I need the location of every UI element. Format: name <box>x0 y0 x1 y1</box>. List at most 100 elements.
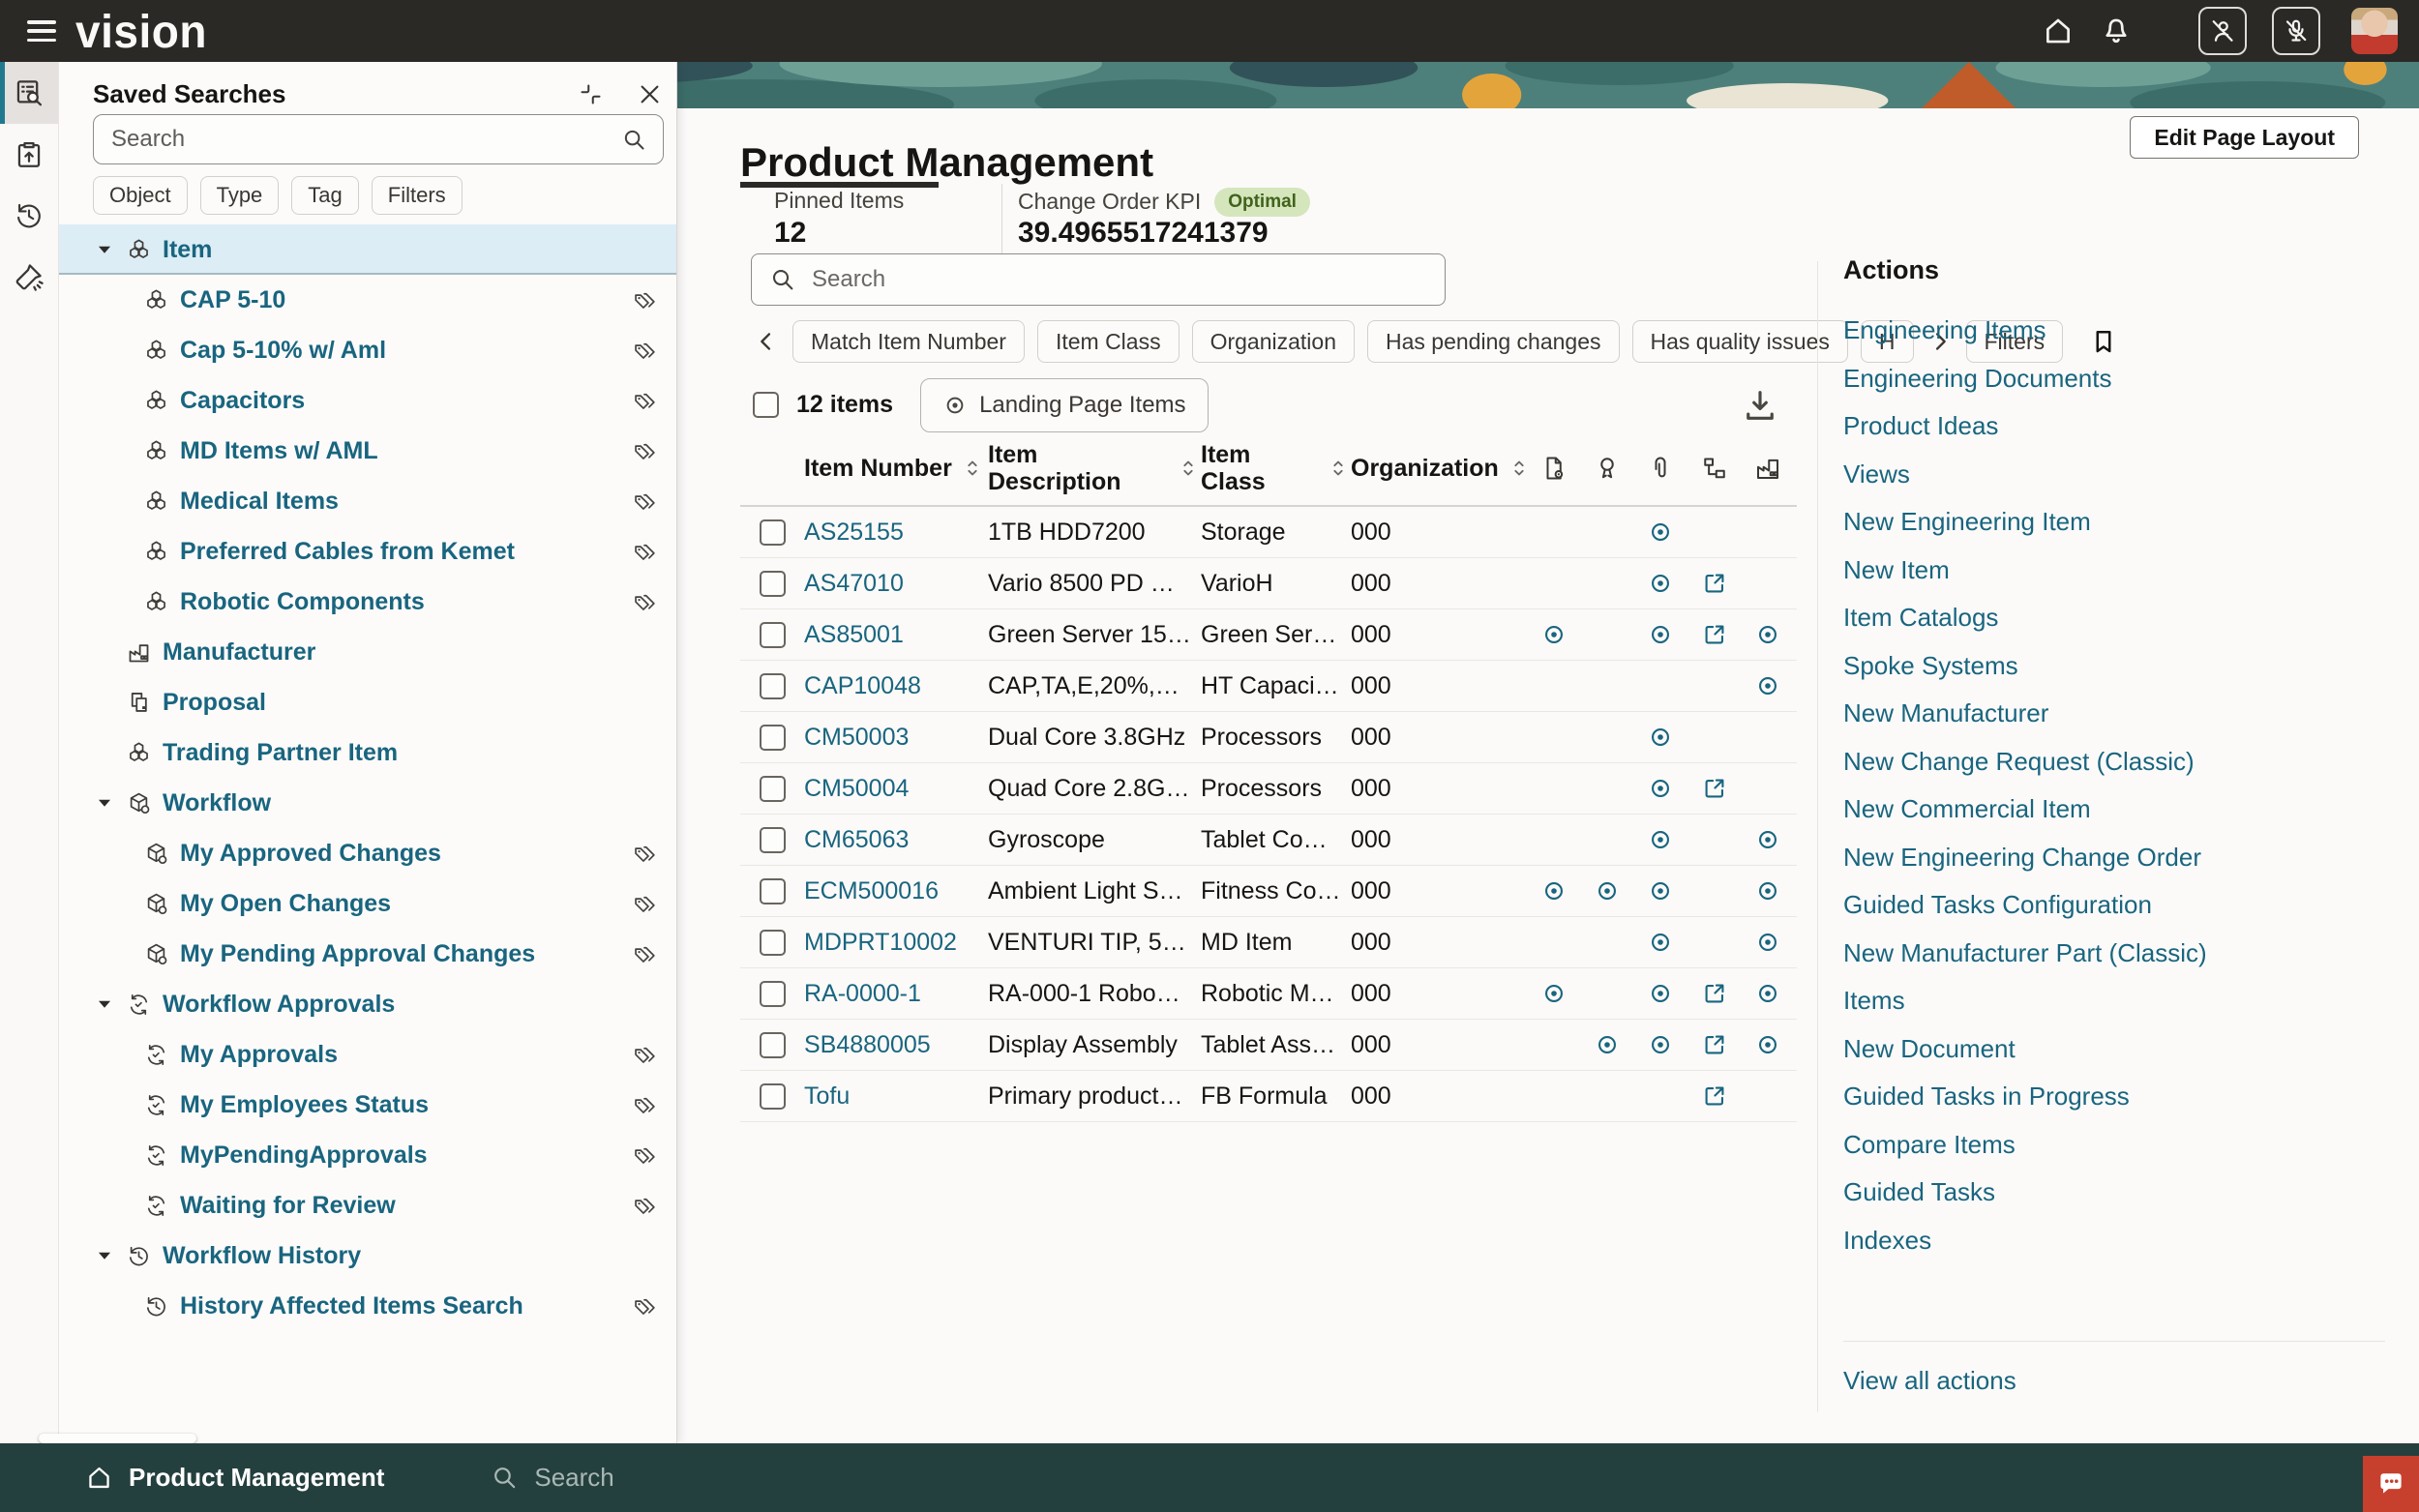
node-label[interactable]: Capacitors <box>180 387 305 415</box>
view-target-icon[interactable] <box>1540 877 1568 904</box>
drawer-chip[interactable]: Object <box>93 176 188 215</box>
drawer-chip[interactable]: Filters <box>372 176 463 215</box>
node-label[interactable]: Manufacturer <box>163 638 315 667</box>
view-target-icon[interactable] <box>1540 621 1568 648</box>
row-checkbox[interactable] <box>760 622 786 648</box>
drawer-search-input[interactable] <box>109 125 612 154</box>
view-target-icon[interactable] <box>1754 877 1781 904</box>
row-checkbox[interactable] <box>760 878 786 904</box>
action-link[interactable]: Guided Tasks in Progress <box>1843 1073 2395 1121</box>
saved-search-node[interactable]: My Approvals <box>59 1029 676 1080</box>
row-checkbox[interactable] <box>760 571 786 597</box>
node-label[interactable]: My Approvals <box>180 1041 338 1069</box>
item-number-link[interactable]: CM65063 <box>804 826 988 854</box>
view-target-icon[interactable] <box>1647 826 1674 853</box>
view-target-icon[interactable] <box>1647 929 1674 956</box>
item-number-link[interactable]: MDPRT10002 <box>804 929 988 957</box>
action-link[interactable]: Indexes <box>1843 1217 2395 1265</box>
chips-scroll-left-icon[interactable] <box>753 328 780 355</box>
sort-icon[interactable] <box>960 456 985 481</box>
column-header[interactable]: Item Description <box>988 441 1201 495</box>
column-header[interactable]: Organization <box>1351 455 1527 482</box>
saved-search-node[interactable]: Medical Items <box>59 476 676 526</box>
rail-history-button[interactable] <box>0 185 58 246</box>
edit-page-layout-button[interactable]: Edit Page Layout <box>2130 116 2359 159</box>
node-label[interactable]: My Approved Changes <box>180 840 441 868</box>
close-panel-icon[interactable] <box>637 81 663 107</box>
row-checkbox[interactable] <box>760 930 786 956</box>
saved-search-node[interactable]: Item <box>59 224 676 275</box>
action-link[interactable]: Guided Tasks Configuration <box>1843 881 2395 930</box>
item-number-link[interactable]: CAP10048 <box>804 672 988 700</box>
filter-chip[interactable]: Has pending changes <box>1367 320 1620 363</box>
node-label[interactable]: History Affected Items Search <box>180 1292 523 1320</box>
action-link[interactable]: New Document <box>1843 1025 2395 1074</box>
action-link[interactable]: Engineering Items <box>1843 307 2395 355</box>
view-target-icon[interactable] <box>1647 570 1674 597</box>
filter-chip[interactable]: Item Class <box>1037 320 1180 363</box>
action-link[interactable]: New Item <box>1843 547 2395 595</box>
collapse-panel-icon[interactable] <box>578 81 604 107</box>
open-in-new-icon[interactable] <box>1701 775 1728 802</box>
view-all-actions-link[interactable]: View all actions <box>1843 1366 2016 1396</box>
node-label[interactable]: Medical Items <box>180 488 339 516</box>
node-label[interactable]: Preferred Cables from Kemet <box>180 538 515 566</box>
row-checkbox[interactable] <box>760 1083 786 1110</box>
view-target-icon[interactable] <box>1754 826 1781 853</box>
bottom-tab-product-management[interactable]: Product Management <box>85 1463 384 1493</box>
view-target-icon[interactable] <box>1647 621 1674 648</box>
node-label[interactable]: CAP 5-10 <box>180 286 285 314</box>
view-target-icon[interactable] <box>1647 724 1674 751</box>
row-checkbox[interactable] <box>760 673 786 699</box>
filter-chip[interactable]: Organization <box>1192 320 1355 363</box>
drawer-chip[interactable]: Tag <box>291 176 358 215</box>
saved-search-node[interactable]: Workflow History <box>59 1230 676 1281</box>
tags-icon[interactable] <box>632 1193 658 1219</box>
row-checkbox[interactable] <box>760 981 786 1007</box>
action-link[interactable]: New Manufacturer <box>1843 690 2395 738</box>
saved-search-node[interactable]: My Pending Approval Changes <box>59 929 676 979</box>
column-header[interactable]: Item Class <box>1201 441 1351 495</box>
saved-search-node[interactable]: My Approved Changes <box>59 828 676 878</box>
saved-search-node[interactable]: Manufacturer <box>59 627 676 677</box>
item-number-link[interactable]: AS25155 <box>804 519 988 547</box>
view-target-icon[interactable] <box>1647 1031 1674 1058</box>
view-target-icon[interactable] <box>1754 1031 1781 1058</box>
select-all-checkbox[interactable] <box>753 392 779 418</box>
tags-icon[interactable] <box>632 891 658 917</box>
tags-icon[interactable] <box>632 1142 658 1169</box>
tags-icon[interactable] <box>632 388 658 414</box>
column-header[interactable]: Item Number <box>804 455 988 482</box>
horizontal-scrollbar-thumb[interactable] <box>39 1434 196 1443</box>
structure-column-icon[interactable] <box>1687 454 1741 483</box>
sort-icon[interactable] <box>1176 456 1201 481</box>
action-link[interactable]: New Change Request (Classic) <box>1843 738 2395 786</box>
tags-icon[interactable] <box>632 1092 658 1118</box>
saved-search-node[interactable]: Waiting for Review <box>59 1180 676 1230</box>
saved-search-node[interactable]: MD Items w/ AML <box>59 426 676 476</box>
row-checkbox[interactable] <box>760 725 786 751</box>
view-target-icon[interactable] <box>1594 877 1621 904</box>
item-number-link[interactable]: AS85001 <box>804 621 988 649</box>
documents-column-icon[interactable] <box>1527 454 1580 483</box>
node-label[interactable]: My Pending Approval Changes <box>180 940 535 968</box>
saved-search-node[interactable]: Preferred Cables from Kemet <box>59 526 676 577</box>
action-link[interactable]: New Engineering Item <box>1843 498 2395 547</box>
tags-icon[interactable] <box>632 941 658 967</box>
caret-down-icon[interactable] <box>94 993 115 1015</box>
landing-page-items-button[interactable]: Landing Page Items <box>920 378 1208 432</box>
action-link[interactable]: New Manufacturer Part (Classic) <box>1843 930 2395 978</box>
item-number-link[interactable]: CM50003 <box>804 724 988 752</box>
sort-icon[interactable] <box>1326 456 1351 481</box>
rail-saved-searches-button[interactable] <box>0 62 58 124</box>
row-checkbox[interactable] <box>760 1032 786 1058</box>
node-label[interactable]: Robotic Components <box>180 588 425 616</box>
saved-search-node[interactable]: Workflow <box>59 778 676 828</box>
user-avatar[interactable] <box>2351 8 2398 54</box>
open-in-new-icon[interactable] <box>1701 980 1728 1007</box>
item-number-link[interactable]: CM50004 <box>804 775 988 803</box>
node-label[interactable]: Waiting for Review <box>180 1192 396 1220</box>
saved-search-node[interactable]: My Open Changes <box>59 878 676 929</box>
view-target-icon[interactable] <box>1754 929 1781 956</box>
bottom-tab-search[interactable]: Search <box>491 1463 613 1493</box>
